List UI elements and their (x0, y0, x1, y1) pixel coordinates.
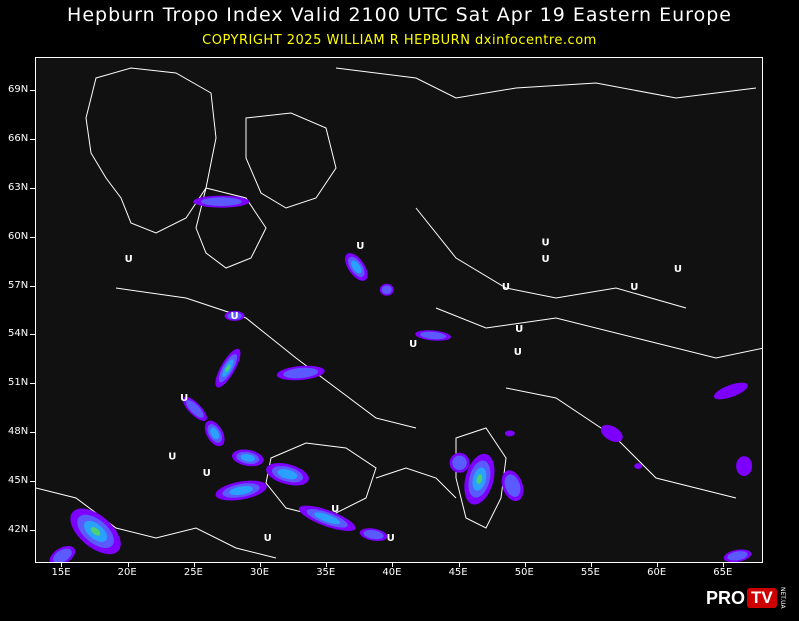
lon-tick (458, 563, 460, 567)
lon-tick (326, 563, 328, 567)
upper-low-marker-12: U (168, 452, 176, 463)
border-central (115, 287, 417, 429)
lon-tick (723, 563, 725, 567)
upper-low-marker-8: U (409, 339, 417, 350)
upper-low-marker-2: U (542, 254, 550, 265)
upper-low-marker-7: U (230, 311, 238, 322)
lat-tick (30, 334, 35, 336)
lat-tick (30, 481, 35, 483)
border-russia (415, 207, 687, 309)
lon-label-60E: 60E (647, 567, 667, 578)
lat-tick (30, 89, 35, 91)
lat-tick (30, 530, 35, 532)
lon-label-20E: 20E (117, 567, 137, 578)
lat-tick (30, 285, 35, 287)
upper-low-marker-11: U (180, 393, 188, 404)
lat-label-60N: 60N (8, 230, 29, 242)
lat-tick (30, 432, 35, 434)
lon-tick (193, 563, 195, 567)
tropo-index-area-24-level-0 (634, 463, 643, 470)
upper-low-marker-4: U (674, 264, 682, 275)
lon-label-25E: 25E (183, 567, 203, 578)
lat-label-69N: 69N (8, 83, 29, 95)
lon-tick (590, 563, 592, 567)
coastline-scandinavia (85, 67, 217, 234)
tropo-index-area-21-level-0 (504, 430, 515, 437)
upper-low-marker-14: U (331, 504, 339, 515)
logo-domain-text: NET.UA (778, 587, 786, 609)
coastline-arctic (335, 67, 757, 99)
upper-low-marker-9: U (515, 324, 523, 335)
lon-label-45E: 45E (448, 567, 468, 578)
upper-low-marker-1: U (356, 241, 364, 252)
upper-low-marker-15: U (264, 533, 272, 544)
logo-pro-text: PRO (706, 587, 746, 608)
upper-low-marker-0: U (125, 254, 133, 265)
lat-tick (30, 187, 35, 189)
lat-tick (30, 138, 35, 140)
lat-label-54N: 54N (8, 328, 29, 340)
lat-label-48N: 48N (8, 426, 29, 438)
chart-title: Hepburn Tropo Index Valid 2100 UTC Sat A… (67, 4, 732, 26)
border-east (435, 307, 762, 359)
lon-label-15E: 15E (51, 567, 71, 578)
protv-logo: PRO TV NET.UA (706, 585, 786, 611)
tropo-index-area-19-level-0 (713, 382, 748, 400)
lat-label-51N: 51N (8, 377, 29, 389)
upper-low-marker-3: U (542, 238, 550, 249)
logo-tv-text: TV (747, 588, 777, 608)
upper-low-marker-5: U (502, 282, 510, 293)
lon-label-50E: 50E (514, 567, 534, 578)
lon-tick (392, 563, 394, 567)
lat-label-63N: 63N (8, 181, 29, 193)
lon-label-40E: 40E (382, 567, 402, 578)
lon-label-65E: 65E (713, 567, 733, 578)
lat-label-42N: 42N (8, 524, 29, 536)
lat-tick (30, 236, 35, 238)
upper-low-marker-10: U (514, 347, 522, 358)
map-frame: UUUUUUUUUUUUUUUUU (35, 57, 763, 563)
lat-label-57N: 57N (8, 279, 29, 291)
lon-label-35E: 35E (316, 567, 336, 578)
coastline-finland (245, 112, 337, 209)
lon-tick (260, 563, 262, 567)
border-kazakh (505, 387, 737, 499)
tropo-index-area-20-level-0 (600, 424, 623, 442)
copyright-subtitle: COPYRIGHT 2025 WILLIAM R HEPBURN dxinfoc… (202, 33, 597, 48)
tropo-map: UUUUUU UUUUUUUUUU U (36, 67, 762, 562)
lat-label-66N: 66N (8, 132, 29, 144)
lat-tick (30, 383, 35, 385)
lon-tick (127, 563, 129, 567)
tropo-index-area-13-level-1 (381, 285, 392, 295)
tropo-index-area-10-level-1 (452, 455, 467, 471)
upper-low-marker-13: U (203, 468, 211, 479)
lon-tick (524, 563, 526, 567)
upper-low-marker-6: U (630, 282, 638, 293)
lat-label-45N: 45N (8, 475, 29, 487)
lon-label-30E: 30E (250, 567, 270, 578)
lon-tick (657, 563, 659, 567)
tropo-index-area-22-level-0 (736, 456, 753, 477)
lon-tick (61, 563, 63, 567)
coastline-caucasus (375, 467, 457, 499)
upper-low-marker-16: U (387, 533, 395, 544)
lon-label-55E: 55E (580, 567, 600, 578)
tropo-index-area-18-level-1 (200, 197, 242, 207)
